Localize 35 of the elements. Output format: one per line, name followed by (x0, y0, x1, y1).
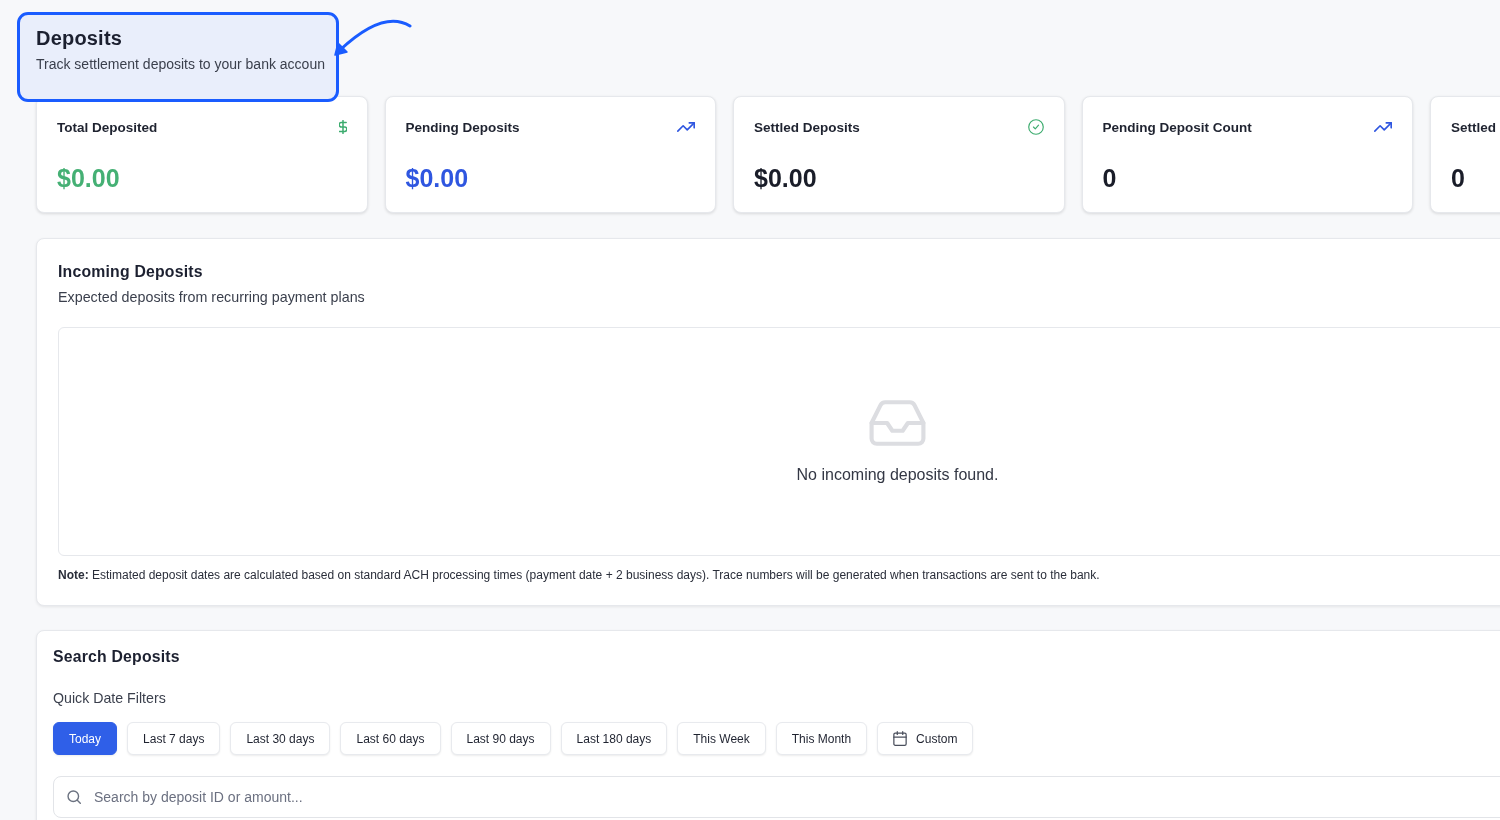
stat-label: Total Deposited (57, 119, 158, 135)
page-subtitle: Track settlement deposits to your bank accoun (36, 55, 326, 73)
stat-value: 0 (1451, 163, 1466, 193)
stat-value: $0.00 (405, 163, 470, 193)
calendar-icon (893, 731, 908, 746)
inbox-icon (869, 399, 926, 447)
date-filter-button[interactable]: This Month (775, 722, 868, 755)
date-filter-button[interactable]: This Week (677, 722, 766, 755)
date-filter-button[interactable]: Last 7 days (127, 722, 221, 755)
check-circle-icon (1027, 119, 1044, 135)
date-filter-button[interactable]: Today (53, 722, 118, 755)
trending-up-icon (677, 122, 695, 132)
search-field[interactable]: Search by deposit ID or amount... (53, 776, 1500, 818)
filters-label: Quick Date Filters (53, 689, 167, 707)
stat-value: $0.00 (754, 163, 818, 193)
stat-label: Settled Deposits (754, 119, 860, 135)
stat-label: Settled (1451, 119, 1496, 135)
section-subtitle: Expected deposits from recurring payment plans (58, 288, 366, 306)
date-filter-button[interactable]: Last 180 days (560, 722, 668, 755)
empty-message: No incoming deposits found. (796, 465, 999, 485)
date-filter-button[interactable]: Last 30 days (230, 722, 331, 755)
section-title: Search Deposits (53, 647, 181, 667)
page-title: Deposits (36, 26, 124, 51)
trending-up-icon (1374, 122, 1392, 132)
date-filter-button[interactable]: Custom (877, 722, 974, 755)
stat-label: Pending Deposits (405, 119, 520, 135)
section-title: Incoming Deposits (58, 262, 204, 282)
date-filter-button[interactable]: Last 90 days (450, 722, 551, 755)
date-filter-button[interactable]: Last 60 days (340, 722, 441, 755)
stat-label: Pending Deposit Count (1102, 119, 1252, 135)
stat-value: 0 (1102, 163, 1118, 193)
search-icon (67, 790, 81, 804)
stat-value: $0.00 (57, 163, 121, 193)
dollar-icon (338, 120, 347, 134)
note-text: Note: Estimated deposit dates are calculated based on standard ACH processing times (payment date + 2 business days). Trace numbers will be generated when transactions are sent to the bank. (58, 568, 1101, 583)
